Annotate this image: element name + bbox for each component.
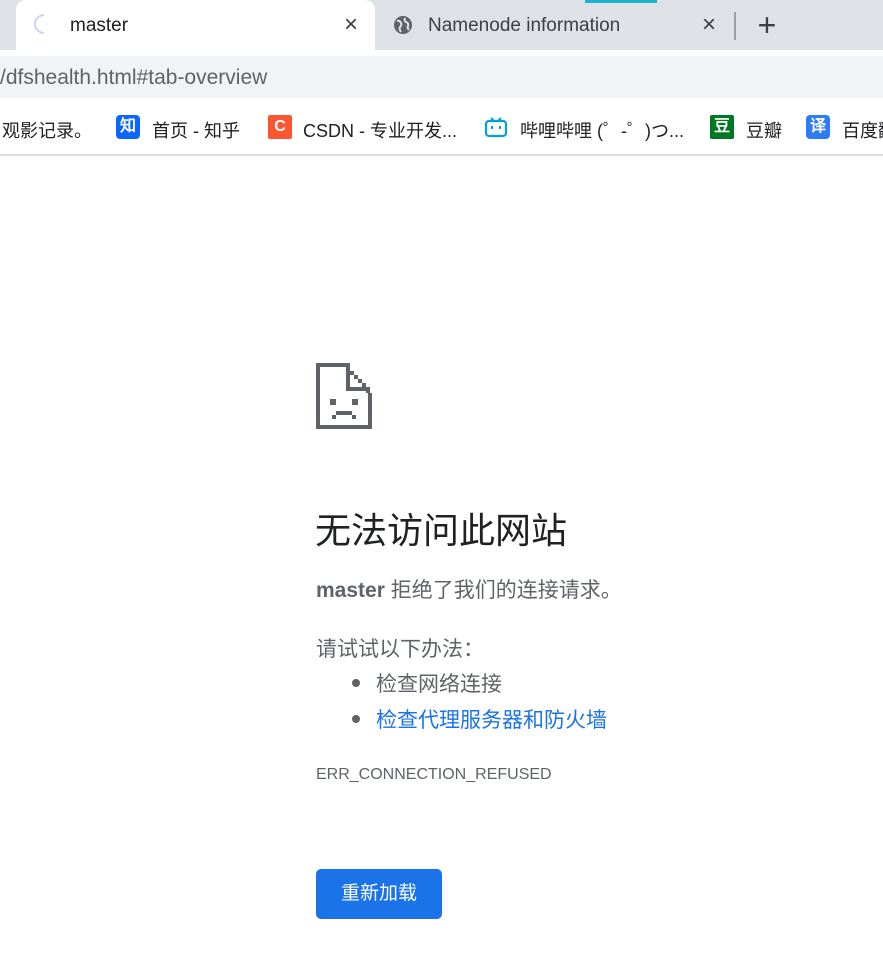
browser-toolbar: /dfshealth.html#tab-overview <box>0 50 883 102</box>
tab-strip: master × Namenode information × + <box>0 0 883 50</box>
reload-button[interactable]: 重新加载 <box>316 869 442 919</box>
tab-namenode-information[interactable]: Namenode information × <box>380 0 732 50</box>
error-title: 无法访问此网站 <box>315 510 568 551</box>
suggestion-check-network: 检查网络连接 <box>376 673 502 696</box>
error-code: ERR_CONNECTION_REFUSED <box>316 766 552 783</box>
csdn-icon: C <box>268 115 292 139</box>
url-text[interactable]: /dfshealth.html#tab-overview <box>0 66 267 90</box>
bookmark-label: 首页 - 知乎 <box>152 121 240 141</box>
loading-spinner-icon <box>29 9 59 39</box>
error-message-text: 拒绝了我们的连接请求。 <box>384 579 622 602</box>
error-message: master 拒绝了我们的连接请求。 <box>316 574 622 604</box>
bilibili-icon <box>484 117 508 138</box>
tab-title: master <box>70 15 129 36</box>
tab-close-icon[interactable]: × <box>338 12 364 38</box>
address-bar[interactable]: /dfshealth.html#tab-overview <box>0 56 883 98</box>
suggestion-check-proxy-link[interactable]: 检查代理服务器和防火墙 <box>376 704 607 734</box>
sad-document-icon <box>316 363 372 429</box>
zhihu-icon: 知 <box>116 115 140 139</box>
translate-icon: 译 <box>806 115 830 139</box>
tab-title: Namenode information <box>428 15 621 36</box>
suggestions-heading: 请试试以下办法： <box>316 638 484 661</box>
tab-master[interactable]: master × <box>16 0 375 50</box>
bullet-icon <box>352 715 360 723</box>
douban-icon: 豆 <box>710 115 734 139</box>
bookmark-label: CSDN - 专业开发... <box>303 121 458 141</box>
bookmark-label: 哔哩哔哩 (゜-゜)つ... <box>520 121 684 141</box>
new-tab-button[interactable]: + <box>752 8 782 42</box>
bullet-icon <box>352 679 360 687</box>
error-host: master <box>316 579 385 602</box>
tab-separator <box>734 12 736 40</box>
globe-icon <box>394 16 412 34</box>
bookmark-label: 百度翻 <box>842 121 883 141</box>
bookmarks-bar: 观影记录。 知 首页 - 知乎 C CSDN - 专业开发... 哔哩哔哩 (゜… <box>0 102 883 156</box>
tab-strip-edge <box>0 0 16 50</box>
bookmark-label: 观影记录。 <box>2 121 92 141</box>
tab-close-icon[interactable]: × <box>696 12 722 38</box>
tab-loading-indicator <box>585 0 657 3</box>
bookmark-label: 豆瓣 <box>746 121 782 141</box>
